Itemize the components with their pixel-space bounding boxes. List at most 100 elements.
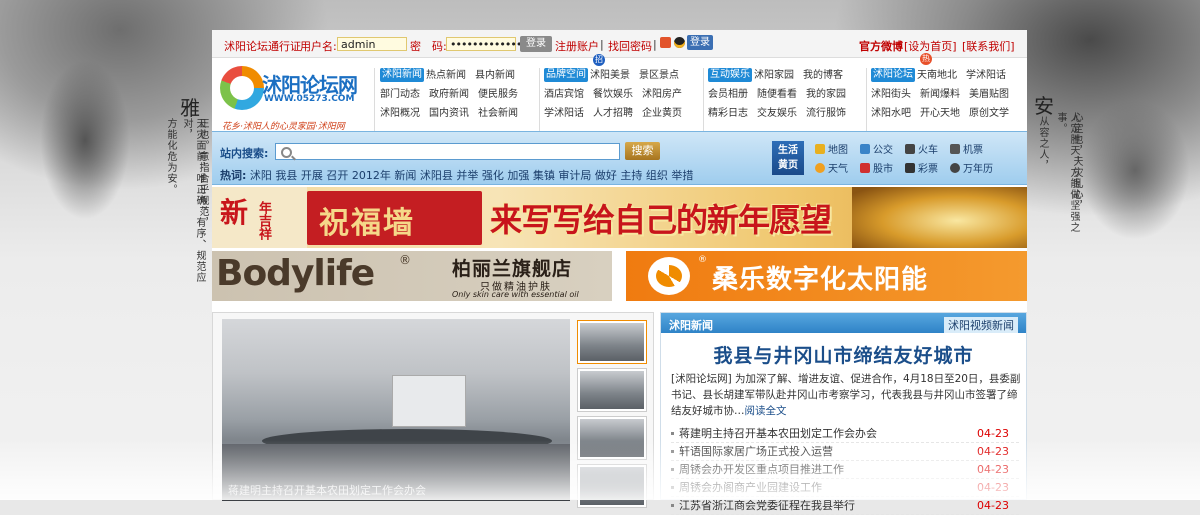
username-label: 用户名: <box>300 40 337 53</box>
slideshow-thumbnail[interactable] <box>578 321 646 363</box>
list-item[interactable]: 蒋建明主持召开基本农田划定工作会办会 04-23 <box>671 425 1019 443</box>
nav-link[interactable]: 开心天地 <box>920 104 960 123</box>
nav-link[interactable]: 沭阳房产 <box>642 85 682 104</box>
nav-link[interactable]: 会员相册 <box>708 85 748 104</box>
calendar-link[interactable]: 万年历 <box>950 160 993 175</box>
nav-link[interactable]: 餐饮娱乐 <box>593 85 633 104</box>
nav-link[interactable]: 政府新闻 <box>429 85 469 104</box>
nav-link[interactable]: 景区景点 <box>639 66 679 85</box>
news-title[interactable]: 蒋建明主持召开基本农田划定工作会办会 <box>679 425 877 442</box>
nav-tag-entertainment[interactable]: 互动娱乐 <box>708 68 752 82</box>
tab-shuyang-news[interactable]: 沭阳新闻 <box>669 317 713 333</box>
slideshow-main-photo[interactable]: 蒋建明主持召开基本农田划定工作会办会 <box>222 319 570 501</box>
register-link[interactable]: 注册账户 <box>555 38 599 54</box>
nav-link[interactable]: 精彩日志 <box>708 104 748 123</box>
weibo-login-icon[interactable] <box>660 37 671 48</box>
train-link[interactable]: 火车 <box>905 141 938 156</box>
new-year-slogan: 来写写给自己的新年愿望 <box>490 201 832 239</box>
lottery-link[interactable]: 彩票 <box>905 160 938 175</box>
news-summary: [沭阳论坛网] 为加深了解、增进友谊、促进合作，4月18日至20日，县委副书记、… <box>671 371 1021 419</box>
new-year-small-text: 年吉祥 <box>256 201 271 240</box>
nav-tag-forum[interactable]: 沭阳论坛 <box>871 68 915 82</box>
slideshow-thumbnail[interactable] <box>578 465 646 507</box>
nav-link[interactable]: 沭阳水吧 <box>871 104 911 123</box>
bodylife-english-tagline: Only skin care with essential oil <box>452 290 579 299</box>
nav-link[interactable]: 流行服饰 <box>806 104 846 123</box>
nav-link[interactable]: 学沭阳话 <box>544 104 584 123</box>
nav-link[interactable]: 随便看看 <box>757 85 797 104</box>
nav-link[interactable]: 我的博客 <box>803 66 843 85</box>
map-link[interactable]: 地图 <box>815 141 848 156</box>
solar-ad-title: 桑乐数字化太阳能 <box>712 265 929 295</box>
news-date: 04-23 <box>977 427 1009 440</box>
life-item-label: 彩票 <box>918 164 938 175</box>
nav-link[interactable]: 沭阳概况 <box>380 104 420 123</box>
search-icon <box>281 147 292 158</box>
contact-us-link[interactable]: [联系我们] <box>962 38 1015 54</box>
nav-link[interactable]: 学沭阳话 <box>966 66 1006 85</box>
read-more-link[interactable]: 阅读全文 <box>745 405 787 417</box>
nav-link[interactable]: 沭阳美景 <box>590 66 630 85</box>
nav-tag-brand[interactable]: 品牌空间 <box>544 68 588 82</box>
stock-chart-icon <box>860 163 870 173</box>
side-text-left-3: 天灾面前，唯正确、有序、规范应对， <box>181 118 205 283</box>
flight-link[interactable]: 机票 <box>950 141 983 156</box>
nav-link[interactable]: 原创文学 <box>969 104 1009 123</box>
news-headline[interactable]: 我县与井冈山市缔结友好城市 <box>661 341 1026 368</box>
hot-words-label: 热词: <box>220 169 247 182</box>
slideshow-caption[interactable]: 蒋建明主持召开基本农田划定工作会办会 <box>228 482 426 498</box>
login-button[interactable]: 登录 <box>520 36 552 52</box>
qq-login-icon[interactable] <box>674 37 685 48</box>
bodylife-store-name: 柏丽兰旗舰店 <box>452 258 573 280</box>
recover-password-link[interactable]: 找回密码 <box>608 38 652 54</box>
username-input[interactable]: admin <box>337 37 407 51</box>
new-year-emblem: 新 年吉祥 <box>212 187 307 248</box>
new-year-banner[interactable]: 新 年吉祥 祝福墙 来写写给自己的新年愿望 <box>212 187 1027 248</box>
stock-link[interactable]: 股市 <box>860 160 893 175</box>
nav-link[interactable]: 社会新闻 <box>478 104 518 123</box>
nav-link[interactable]: 天南地北 <box>917 66 957 85</box>
news-title[interactable]: 轩语国际家居广场正式投入运营 <box>679 443 833 460</box>
qq-login-button[interactable]: 登录 <box>687 35 713 50</box>
nav-link[interactable]: 便民服务 <box>478 85 518 104</box>
news-panel-header: 沭阳新闻 沭阳视频新闻 <box>661 313 1026 333</box>
nav-link[interactable]: 热点新闻 <box>426 66 466 85</box>
nav-link[interactable]: 沭阳家园 <box>754 66 794 85</box>
set-homepage-link[interactable]: [设为首页] <box>904 38 957 54</box>
list-item[interactable]: 周锈会办阁商产业园建设工作 04-23 <box>671 479 1019 497</box>
weather-link[interactable]: 天气 <box>815 160 848 175</box>
nav-tag-news[interactable]: 沭阳新闻 <box>380 68 424 82</box>
news-date: 04-23 <box>977 445 1009 458</box>
nav-link[interactable]: 新闻爆料 <box>920 85 960 104</box>
nav-link[interactable]: 美眉贴图 <box>969 85 1009 104</box>
life-directory-badge[interactable]: 生活 黄页 <box>772 141 804 175</box>
nav-link[interactable]: 我的家园 <box>806 85 846 104</box>
password-label: 密 码: <box>410 40 447 53</box>
nav-link[interactable]: 企业黄页 <box>642 104 682 123</box>
slideshow-thumbnail[interactable] <box>578 417 646 459</box>
solar-ad-banner[interactable]: ® 桑乐数字化太阳能 <box>626 251 1027 301</box>
bus-link[interactable]: 公交 <box>860 141 893 156</box>
nav-link[interactable]: 国内资讯 <box>429 104 469 123</box>
search-button[interactable]: 搜索 <box>625 142 660 160</box>
nav-link[interactable]: 沭阳街头 <box>871 85 911 104</box>
news-title[interactable]: 周锈会办开发区重点项目推进工作 <box>679 461 844 478</box>
news-title[interactable]: 周锈会办阁商产业园建设工作 <box>679 479 822 496</box>
nav-link[interactable]: 部门动态 <box>380 85 420 104</box>
slideshow-thumbnail[interactable] <box>578 369 646 411</box>
nav-link[interactable]: 县内新闻 <box>475 66 515 85</box>
password-input[interactable]: •••••••••••••• <box>446 37 528 51</box>
tab-video-news[interactable]: 沭阳视频新闻 <box>944 317 1018 333</box>
bullet-icon <box>671 486 674 489</box>
nav-link[interactable]: 酒店宾馆 <box>544 85 584 104</box>
bodylife-ad-banner[interactable]: Bodylife ® 柏丽兰旗舰店 只做精油护肤 Only skin care … <box>212 251 612 301</box>
train-icon <box>905 144 915 154</box>
list-item[interactable]: 周锈会办开发区重点项目推进工作 04-23 <box>671 461 1019 479</box>
search-input[interactable] <box>275 143 620 160</box>
official-weibo-link[interactable]: 官方微博 <box>859 38 903 54</box>
nav-link[interactable]: 交友娱乐 <box>757 104 797 123</box>
nav-link[interactable]: 人才招聘 <box>593 104 633 123</box>
hot-words-list[interactable]: 沭阳 我县 开展 召开 2012年 新闻 沭阳县 并举 强化 加强 集镇 审计局… <box>250 169 693 182</box>
logo-emblem-icon <box>220 66 264 110</box>
list-item[interactable]: 轩语国际家居广场正式投入运营 04-23 <box>671 443 1019 461</box>
